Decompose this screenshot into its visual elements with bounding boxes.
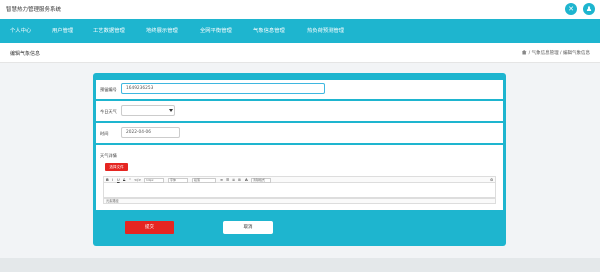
form-row-time: 时间 2022-04-06	[96, 123, 503, 143]
nav-item-weather[interactable]: 气象信息管理	[253, 26, 285, 34]
nav-item-personal[interactable]: 个人中心	[10, 26, 31, 34]
form-row-number: 预留编号 1649236253	[96, 80, 503, 99]
bold-button[interactable]: B	[106, 178, 109, 183]
detail-label: 天气详情	[100, 153, 117, 158]
font-color-button[interactable]: A	[245, 178, 248, 183]
font-size-select[interactable]: 14px	[144, 177, 164, 183]
weather-select[interactable]	[121, 105, 175, 116]
nav-item-process-data[interactable]: 工艺数据管理	[93, 26, 125, 34]
clear-format-select[interactable]: 清除格式	[251, 177, 271, 183]
code-button[interactable]: </>	[134, 178, 141, 183]
quote-button[interactable]: "	[129, 178, 131, 183]
footer	[0, 258, 600, 272]
app-title: 智慧热力管理服务系统	[6, 7, 62, 13]
time-input[interactable]: 2022-04-06	[121, 127, 180, 138]
top-bar: 智慧热力管理服务系统 ✕ ♟	[0, 0, 600, 19]
submit-button[interactable]: 提交	[125, 221, 174, 234]
underline-button[interactable]: U	[117, 178, 120, 183]
rich-text-editor[interactable]	[103, 183, 496, 198]
editor-status: 元素路径	[103, 198, 496, 204]
nav-item-load-forecast[interactable]: 热负荷预测管理	[307, 26, 344, 34]
breadcrumb-path[interactable]: / 气象信息管理 / 编辑气象信息	[529, 51, 590, 56]
main-nav: 个人中心 用户管理 工艺数据管理 地终展示管理 全网平衡管理 气象信息管理 热负…	[0, 19, 600, 43]
editor-toolbar: B I U S " </> 14px 字体 段落 ≡ ☰ ≣ ⊞ A 清除格式 …	[103, 176, 496, 183]
align-center-icon[interactable]: ☰	[226, 178, 229, 183]
form-row-detail: 天气详情 选择文件 B I U S " </> 14px 字体 段落 ≡ ☰ ≣…	[96, 145, 503, 210]
paragraph-select[interactable]: 段落	[192, 177, 216, 183]
form-row-weather: 今日天气	[96, 101, 503, 121]
weather-label: 今日天气	[100, 109, 117, 114]
number-label: 预留编号	[100, 87, 117, 92]
italic-button[interactable]: I	[112, 178, 113, 183]
breadcrumb-bar: 编辑气象信息 / 气象信息管理 / 编辑气象信息	[0, 43, 600, 63]
settings-icon[interactable]: ✕	[565, 3, 577, 15]
nav-item-network-balance[interactable]: 全网平衡管理	[200, 26, 232, 34]
gear-icon[interactable]: ⚙	[490, 178, 493, 183]
align-left-icon[interactable]: ≡	[220, 178, 223, 183]
home-icon[interactable]	[521, 50, 527, 55]
strike-button[interactable]: S	[123, 178, 125, 183]
font-family-select[interactable]: 字体	[168, 177, 188, 183]
upload-button[interactable]: 选择文件	[105, 163, 128, 171]
page-title: 编辑气象信息	[10, 51, 41, 57]
nav-item-users[interactable]: 用户管理	[52, 26, 73, 34]
time-label: 时间	[100, 131, 109, 136]
table-icon[interactable]: ⊞	[238, 178, 241, 183]
number-input[interactable]: 1649236253	[121, 83, 325, 94]
cancel-button[interactable]: 取消	[223, 221, 273, 234]
user-icon[interactable]: ♟	[583, 3, 595, 15]
breadcrumb: / 气象信息管理 / 编辑气象信息	[521, 50, 590, 56]
chevron-down-icon	[169, 109, 173, 112]
nav-item-terminal-display[interactable]: 地终展示管理	[146, 26, 178, 34]
list-icon[interactable]: ≣	[232, 178, 235, 183]
